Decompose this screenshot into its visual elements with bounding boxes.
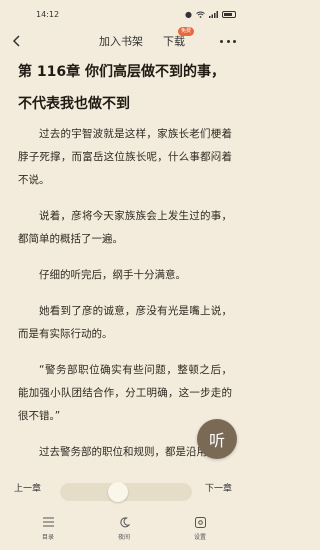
paragraph: 过去的宇智波就是这样，家族长老们梗着脖子死撑，而富岳这位族长呢，什么事都闷着不说… [18,128,232,186]
chevron-left-icon [12,35,20,47]
notification-icon: ● [185,9,192,19]
settings-button[interactable]: 设置 [180,515,220,541]
listen-button[interactable]: 听 [197,419,237,459]
settings-label: 设置 [193,534,206,541]
chapter-progress-slider[interactable] [60,482,192,502]
paragraph: 说着，彦将今天家族族会上发生过的事，都简单的概括了一遍。 [18,210,232,245]
next-chapter-button[interactable]: 下一章 [205,481,232,494]
chapter-content: 过去的宇智波就是这样，家族长老们梗着脖子死撑，而富岳这位族长呢，什么事都闷着不说… [18,123,232,477]
status-icons: ● [185,10,236,19]
night-mode-button[interactable]: 夜间 [104,515,144,541]
add-to-shelf-button[interactable]: 加入书架 [99,33,143,49]
more-icon[interactable] [220,34,236,48]
catalog-icon [41,515,55,529]
free-badge: 免费 [178,27,195,36]
paragraph: “警务部职位确实有些问题，整顿之后，能加强小队团结合作，分工明确，这一步走的很不… [18,364,232,422]
signal-icon [209,10,218,18]
battery-icon [222,10,236,18]
paragraph: 她看到了彦的诚意，彦没有光是嘴上说，而是有实际行动的。 [18,305,232,340]
bottom-panel: 上一章 下一章 目录 夜间 设置 [0,473,248,550]
top-bar: 加入书架 下载 免费 [0,27,248,54]
status-time: 14:12 [36,9,60,19]
moon-icon [117,515,131,529]
catalog-button[interactable]: 目录 [28,515,68,541]
progress-handle[interactable] [108,482,129,502]
catalog-label: 目录 [41,534,54,541]
night-mode-label: 夜间 [117,534,130,541]
status-bar: 14:12 ● [0,0,248,28]
back-button[interactable] [8,32,24,50]
chapter-title: 第 116章 你们高层做不到的事，不代表我也做不到 [18,64,225,112]
settings-icon [193,515,207,529]
paragraph: 仔细的听完后，纲手十分满意。 [39,269,186,281]
wifi-icon [196,11,205,18]
prev-chapter-button[interactable]: 上一章 [14,481,41,494]
